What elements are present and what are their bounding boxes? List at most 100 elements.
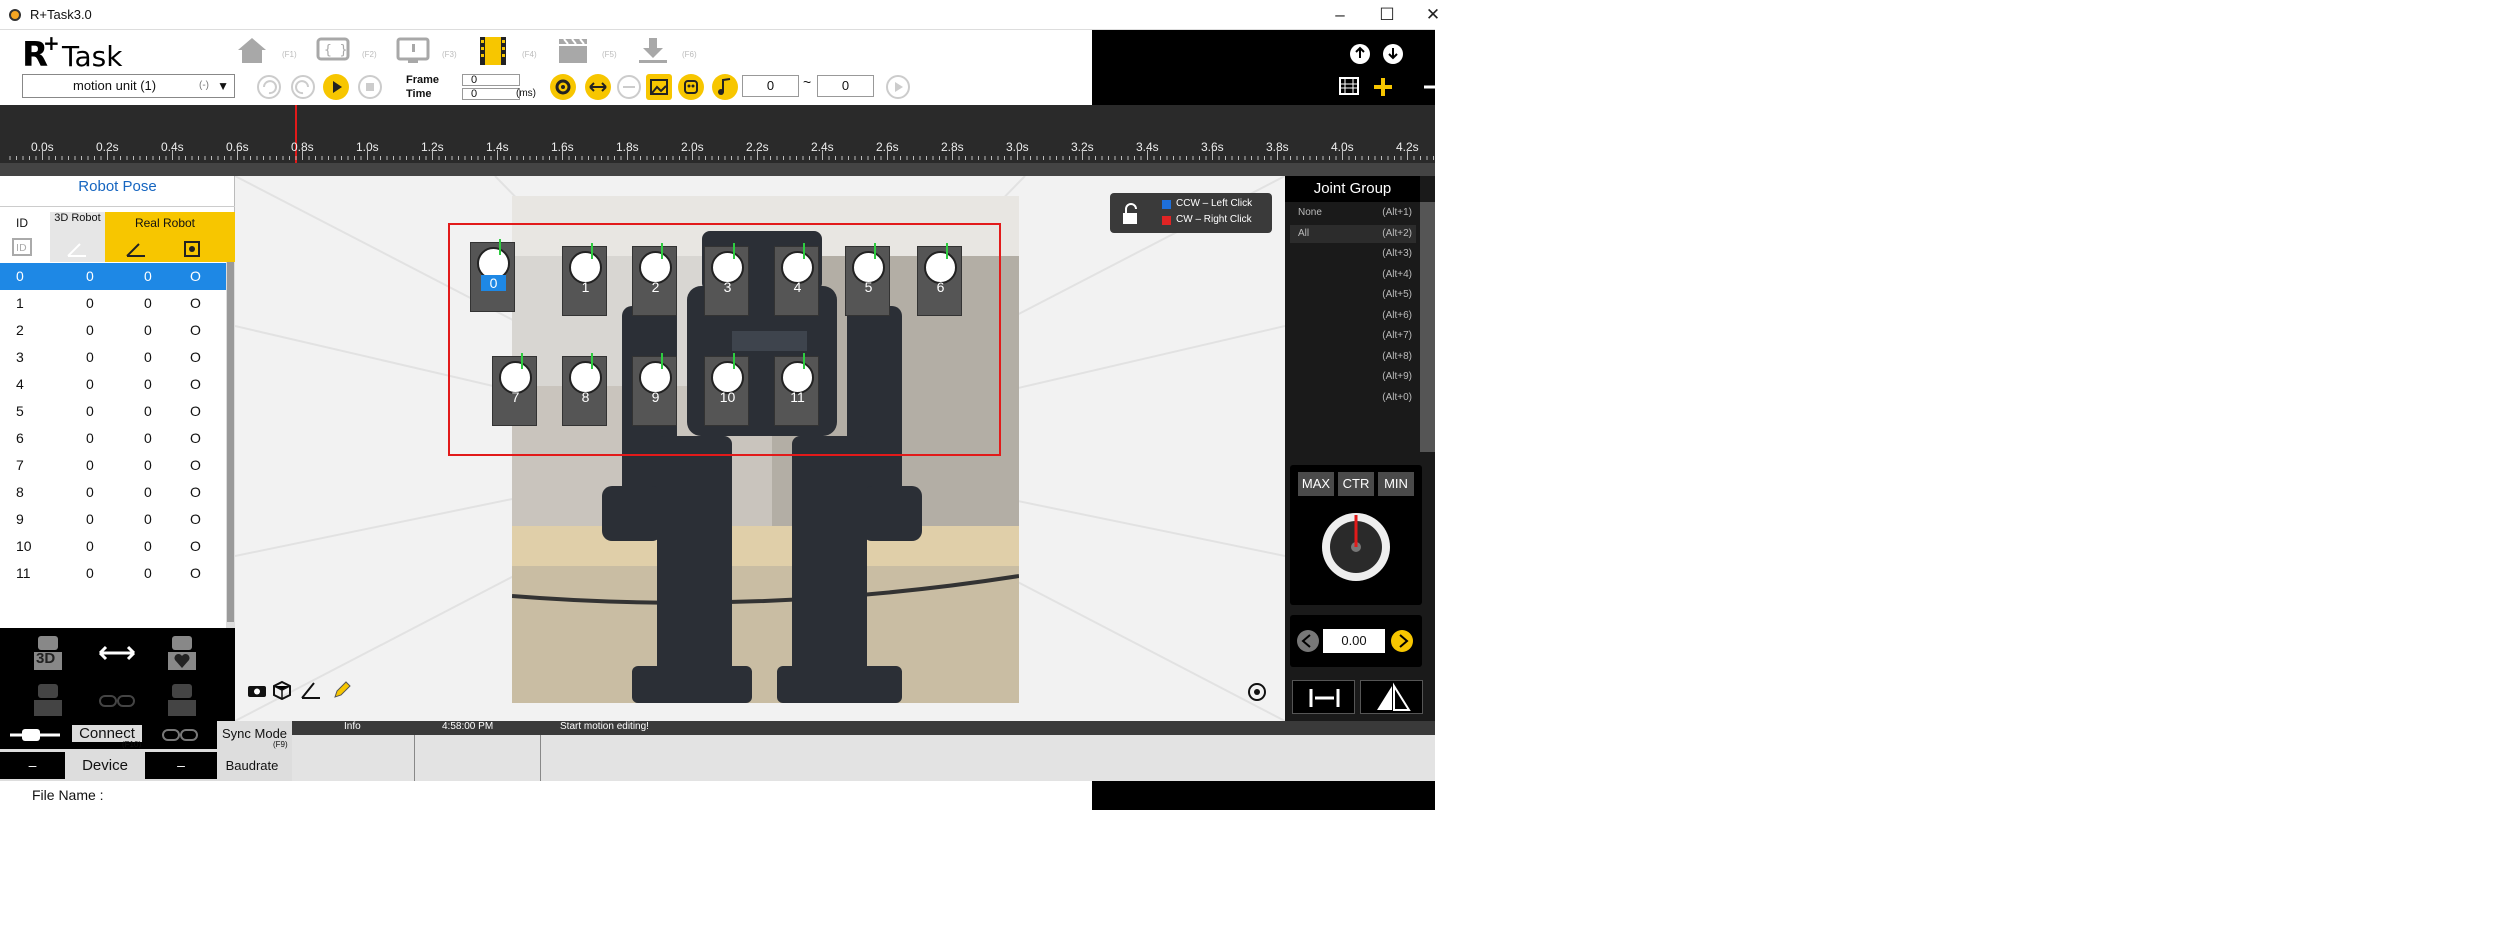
download-nav-button[interactable]: (F6) xyxy=(636,36,716,66)
ctr-button[interactable]: CTR xyxy=(1338,472,1374,496)
range-start-input[interactable]: 0 xyxy=(742,75,799,97)
pose-row[interactable]: 3 0 0 O xyxy=(0,344,228,371)
servo-1[interactable]: 1 xyxy=(562,243,607,316)
joint-value-input[interactable]: 0.00 xyxy=(1323,629,1385,653)
joint-group-item[interactable]: (Alt+9) xyxy=(1290,368,1416,386)
robot-right-icon[interactable] xyxy=(164,684,200,716)
pose-row[interactable]: 1 0 0 O xyxy=(0,290,228,317)
pose-row[interactable]: 8 0 0 O xyxy=(0,479,228,506)
frame-input[interactable]: 0 xyxy=(462,74,520,86)
servo-7[interactable]: 7 xyxy=(492,353,537,426)
motion-nav-button[interactable]: (F4) xyxy=(476,36,556,66)
view-real-button[interactable] xyxy=(160,634,204,672)
mirror-button[interactable] xyxy=(585,74,611,100)
pose-row[interactable]: 4 0 0 O xyxy=(0,371,228,398)
min-button[interactable]: MIN xyxy=(1378,472,1414,496)
servo-10[interactable]: 10 xyxy=(704,353,749,426)
pose-row[interactable]: 0 0 0 O xyxy=(0,263,228,290)
id-toggle-icon[interactable]: ID xyxy=(12,238,32,256)
servo-11[interactable]: 11 xyxy=(774,353,819,426)
pose-row[interactable]: 7 0 0 O xyxy=(0,452,228,479)
download-circle-icon[interactable] xyxy=(1381,42,1405,66)
rotate-view-icon[interactable] xyxy=(1246,681,1268,703)
image-button[interactable] xyxy=(646,74,672,100)
joint-group-item[interactable]: (Alt+3) xyxy=(1290,245,1416,263)
clapper-nav-button[interactable]: (F5) xyxy=(556,36,636,66)
task-code-nav-button[interactable]: { } (F2) xyxy=(316,36,396,66)
link-icon[interactable] xyxy=(98,692,136,710)
pose-row[interactable]: 6 0 0 O xyxy=(0,425,228,452)
monitor-nav-button[interactable]: (F3) xyxy=(396,36,476,66)
film-strip-icon[interactable] xyxy=(1338,76,1360,96)
servo-3[interactable]: 3 xyxy=(704,243,749,316)
range-play-button[interactable] xyxy=(885,74,911,100)
servo-2[interactable]: 2 xyxy=(632,243,677,316)
pose-id: 0 xyxy=(16,268,24,284)
redo-button[interactable] xyxy=(290,74,316,100)
joint-group-item[interactable]: (Alt+4) xyxy=(1290,266,1416,284)
flip-button[interactable] xyxy=(1292,680,1355,714)
servo-0[interactable]: 0 xyxy=(470,239,515,312)
add-icon[interactable] xyxy=(1372,76,1394,98)
home-nav-button[interactable]: (F1) xyxy=(236,36,316,66)
stop-button[interactable] xyxy=(357,74,383,100)
undo-button[interactable] xyxy=(256,74,282,100)
minimize-button[interactable]: – xyxy=(1325,3,1355,27)
servo-5[interactable]: 5 xyxy=(845,243,890,316)
sync-mode-label[interactable]: Sync Mode xyxy=(222,726,287,741)
joint-group-item[interactable]: (Alt+7) xyxy=(1290,327,1416,345)
pencil-icon[interactable] xyxy=(332,680,352,700)
pose-scrollbar[interactable] xyxy=(226,262,235,628)
baudrate-value[interactable]: – xyxy=(145,752,217,779)
mirror-pose-button[interactable] xyxy=(1360,680,1423,714)
timeline-scrollbar[interactable] xyxy=(0,163,1435,176)
sync-icon-box[interactable] xyxy=(145,721,217,749)
pose-scrollbar-thumb[interactable] xyxy=(227,262,234,622)
rotate-cw-icon[interactable] xyxy=(1390,629,1414,653)
joint-group-item[interactable]: None (Alt+1) xyxy=(1290,204,1416,222)
joint-group-item[interactable]: (Alt+0) xyxy=(1290,389,1416,407)
angle-icon[interactable] xyxy=(125,240,147,258)
view-3d-button[interactable]: 3D xyxy=(26,634,70,672)
joint-group-scrollbar[interactable] xyxy=(1420,202,1435,452)
maximize-button[interactable]: ☐ xyxy=(1372,3,1402,27)
joint-group-item[interactable]: (Alt+8) xyxy=(1290,348,1416,366)
music-button[interactable] xyxy=(712,74,738,100)
remove-icon[interactable] xyxy=(1422,76,1435,98)
servo-indicator xyxy=(591,353,593,369)
motion-unit-select[interactable]: motion unit (1) (-) ▼ xyxy=(22,74,235,98)
device-value[interactable]: – xyxy=(0,752,65,779)
max-button[interactable]: MAX xyxy=(1298,472,1334,496)
servo-8[interactable]: 8 xyxy=(562,353,607,426)
pose-row[interactable]: 11 0 0 O xyxy=(0,560,228,587)
unlock-icon[interactable] xyxy=(1120,203,1140,225)
sync-arrows-icon[interactable] xyxy=(98,644,136,662)
camera-icon[interactable] xyxy=(247,682,267,698)
upload-icon[interactable] xyxy=(1348,42,1372,66)
joint-group-item[interactable]: All (Alt+2) xyxy=(1290,224,1416,243)
angle-icon[interactable] xyxy=(66,240,88,258)
servo-6[interactable]: 6 xyxy=(917,243,962,316)
joint-group-item[interactable]: (Alt+6) xyxy=(1290,307,1416,325)
merge-button[interactable] xyxy=(616,74,642,100)
cube-icon[interactable] xyxy=(272,680,292,700)
robot-left-icon[interactable] xyxy=(30,684,66,716)
angle-edit-icon[interactable] xyxy=(300,680,322,700)
pose-real-value: 0 xyxy=(144,457,152,473)
play-button[interactable] xyxy=(323,74,349,100)
servo-4[interactable]: 4 xyxy=(774,243,819,316)
pose-row[interactable]: 9 0 0 O xyxy=(0,506,228,533)
joint-group-item[interactable]: (Alt+5) xyxy=(1290,286,1416,304)
pose-row[interactable]: 5 0 0 O xyxy=(0,398,228,425)
torque-icon[interactable] xyxy=(183,240,201,258)
rotate-ccw-icon[interactable] xyxy=(1296,629,1320,653)
time-input[interactable]: 0 xyxy=(462,88,520,100)
pose-row[interactable]: 10 0 0 O xyxy=(0,533,228,560)
joint-dial[interactable] xyxy=(1320,511,1392,583)
pose-row[interactable]: 2 0 0 O xyxy=(0,317,228,344)
robot-button[interactable] xyxy=(678,74,704,100)
settings-button[interactable] xyxy=(550,74,576,100)
range-end-input[interactable]: 0 xyxy=(817,75,874,97)
servo-9[interactable]: 9 xyxy=(632,353,677,426)
close-button[interactable]: ✕ xyxy=(1418,3,1448,27)
